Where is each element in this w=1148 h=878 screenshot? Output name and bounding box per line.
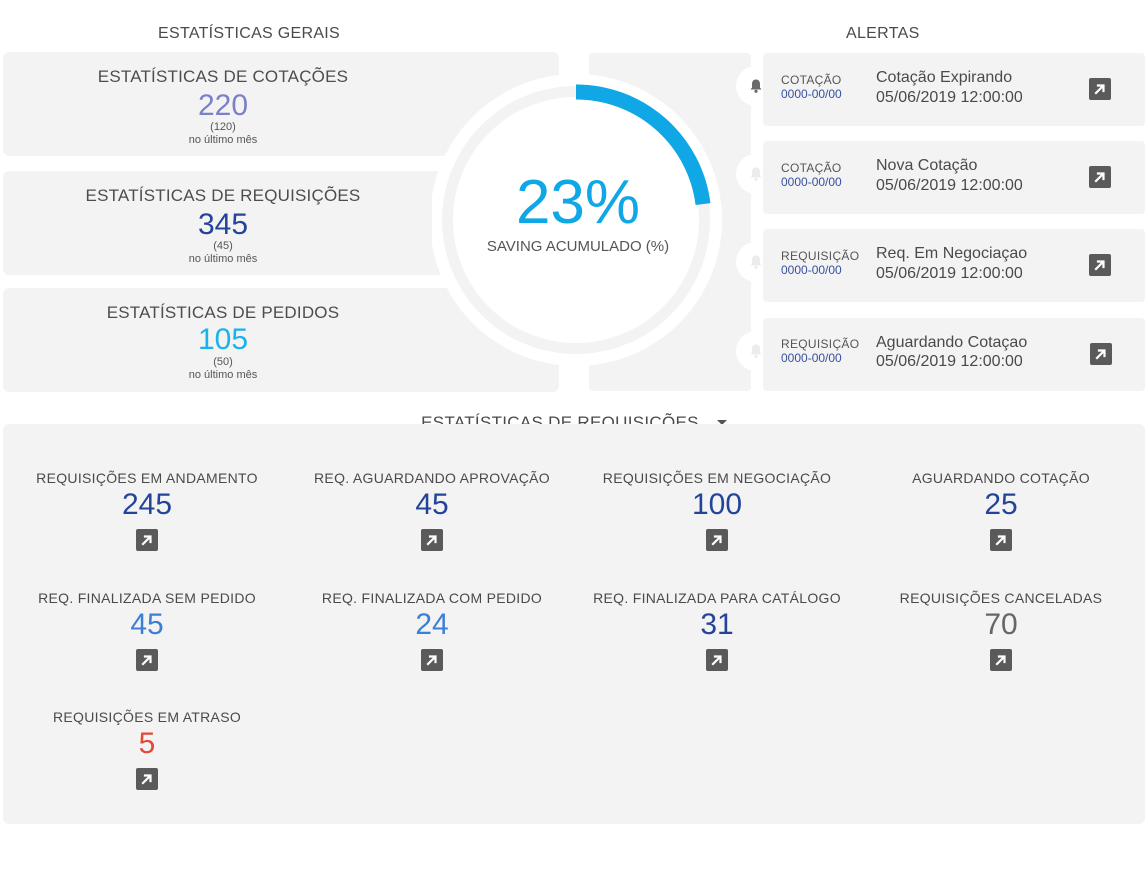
metric-item: AGUARDANDO COTAÇÃO 25 [861,470,1141,551]
open-external-icon[interactable] [990,529,1012,551]
arrow-out-glyph [1094,84,1105,95]
metric-label: REQUISIÇÕES EM ANDAMENTO [36,470,258,486]
bell-glyph [750,79,762,93]
alert-date: 05/06/2019 12:00:00 [876,177,1023,194]
metric-item: REQ. FINALIZADA COM PEDIDO 24 [292,590,572,671]
alert-title: Cotação Expirando [876,69,1013,86]
open-external-icon[interactable] [1089,78,1111,100]
alerts-title: ALERTAS [846,25,920,42]
arrow-out-glyph [141,774,152,785]
metric-label: REQ. FINALIZADA PARA CATÁLOGO [593,590,841,606]
alert-code: 0000-00/00 [781,351,842,365]
open-external-icon[interactable] [421,529,443,551]
bell-glyph [750,344,762,358]
alert-card: REQUISIÇÃO 0000-00/00 Aguardando Cotaçao 05… [763,318,1145,391]
alert-type: COTAÇÃO [781,161,842,175]
open-external-icon[interactable] [136,768,158,790]
metric-item: REQ. AGUARDANDO APROVAÇÃO 45 [292,470,572,551]
general-stats-title: ESTATÍSTICAS GERAIS [158,25,341,42]
alert-title: Nova Cotação [876,157,978,174]
alert-card: REQUISIÇÃO 0000-00/00 Req. Em Negociaçao 05… [763,229,1145,302]
bell-glyph [750,255,762,269]
metric-value: 25 [984,488,1018,521]
stat-previous: (50) [213,356,233,368]
gauge-label: SAVING ACUMULADO (%) [486,238,670,255]
stat-previous: (120) [210,121,236,133]
open-external-icon[interactable] [421,649,443,671]
stat-title: ESTATÍSTICAS DE REQUISIÇÕES [85,186,361,205]
metric-value: 31 [700,608,734,641]
alert-card: COTAÇÃO 0000-00/00 Cotação Expirando 05/06/… [763,53,1145,126]
metric-label: REQ. AGUARDANDO APROVAÇÃO [314,470,550,486]
metric-value: 45 [415,488,449,521]
open-external-icon[interactable] [1089,166,1111,188]
metric-item: REQ. FINALIZADA SEM PEDIDO 45 [7,590,287,671]
metric-label: REQUISIÇÕES EM NEGOCIAÇÃO [602,470,832,486]
arrow-out-glyph [1095,349,1106,360]
alert-title: Aguardando Cotaçao [876,334,1028,351]
alert-code: 0000-00/00 [781,263,842,277]
open-external-icon[interactable] [136,649,158,671]
stat-period: no último mês [188,134,258,146]
open-external-icon[interactable] [136,529,158,551]
metric-label: REQ. FINALIZADA COM PEDIDO [321,590,543,606]
open-external-icon[interactable] [706,529,728,551]
arrow-out-glyph [426,535,437,546]
stat-previous: (45) [213,240,233,252]
alert-type: REQUISIÇÃO [781,249,860,263]
metric-value: 70 [984,608,1018,641]
stat-period: no último mês [188,253,258,265]
stat-title: ESTATÍSTICAS DE PEDIDOS [106,303,340,322]
alert-date: 05/06/2019 12:00:00 [876,353,1023,370]
alert-type: REQUISIÇÃO [781,337,860,351]
open-external-icon[interactable] [1089,254,1111,276]
gauge-percent: 23% [515,168,641,237]
stat-value: 220 [197,89,249,122]
arrow-out-glyph [711,655,722,666]
metric-item: REQUISIÇÕES EM ATRASO 5 [7,709,287,790]
arrow-out-glyph [1094,172,1105,183]
alert-card: COTAÇÃO 0000-00/00 Nova Cotação 05/06/2019 … [763,141,1145,214]
metric-item: REQ. FINALIZADA PARA CATÁLOGO 31 [577,590,857,671]
open-external-icon[interactable] [706,649,728,671]
metric-label: AGUARDANDO COTAÇÃO [912,470,1090,486]
alert-title: Req. Em Negociaçao [876,245,1028,262]
metric-value: 45 [130,608,164,641]
bell-glyph [750,167,762,181]
metric-label: REQ. FINALIZADA SEM PEDIDO [38,590,256,606]
stat-value: 105 [197,323,249,356]
alert-code: 0000-00/00 [781,87,842,101]
metric-value: 5 [138,727,156,760]
arrow-out-glyph [995,655,1006,666]
arrow-out-glyph [426,655,437,666]
alert-date: 05/06/2019 12:00:00 [876,265,1023,282]
stat-period: no último mês [188,369,258,381]
metric-label: REQUISIÇÕES EM ATRASO [52,709,242,725]
saving-gauge: 23% SAVING ACUMULADO (%) [430,62,724,382]
metric-item: REQUISIÇÕES EM NEGOCIAÇÃO 100 [577,470,857,551]
metric-item: REQUISIÇÕES EM ANDAMENTO 245 [7,470,287,551]
metric-label: REQUISIÇÕES CANCELADAS [899,590,1103,606]
arrow-out-glyph [995,535,1006,546]
alert-date: 05/06/2019 12:00:00 [876,89,1023,106]
metric-value: 24 [415,608,449,641]
metric-item: REQUISIÇÕES CANCELADAS 70 [861,590,1141,671]
alert-type: COTAÇÃO [781,73,842,87]
arrow-out-glyph [141,655,152,666]
arrow-out-glyph [141,535,152,546]
metric-value: 100 [691,488,743,521]
requisition-metrics-panel: REQUISIÇÕES EM ANDAMENTO 245 REQ. AGUARDAN… [3,424,1145,824]
open-external-icon[interactable] [990,649,1012,671]
stat-title: ESTATÍSTICAS DE COTAÇÕES [97,67,349,86]
open-external-icon[interactable] [1090,343,1112,365]
arrow-out-glyph [1094,260,1105,271]
alert-code: 0000-00/00 [781,175,842,189]
stat-value: 345 [197,208,249,241]
arrow-out-glyph [711,535,722,546]
metric-value: 245 [121,488,173,521]
